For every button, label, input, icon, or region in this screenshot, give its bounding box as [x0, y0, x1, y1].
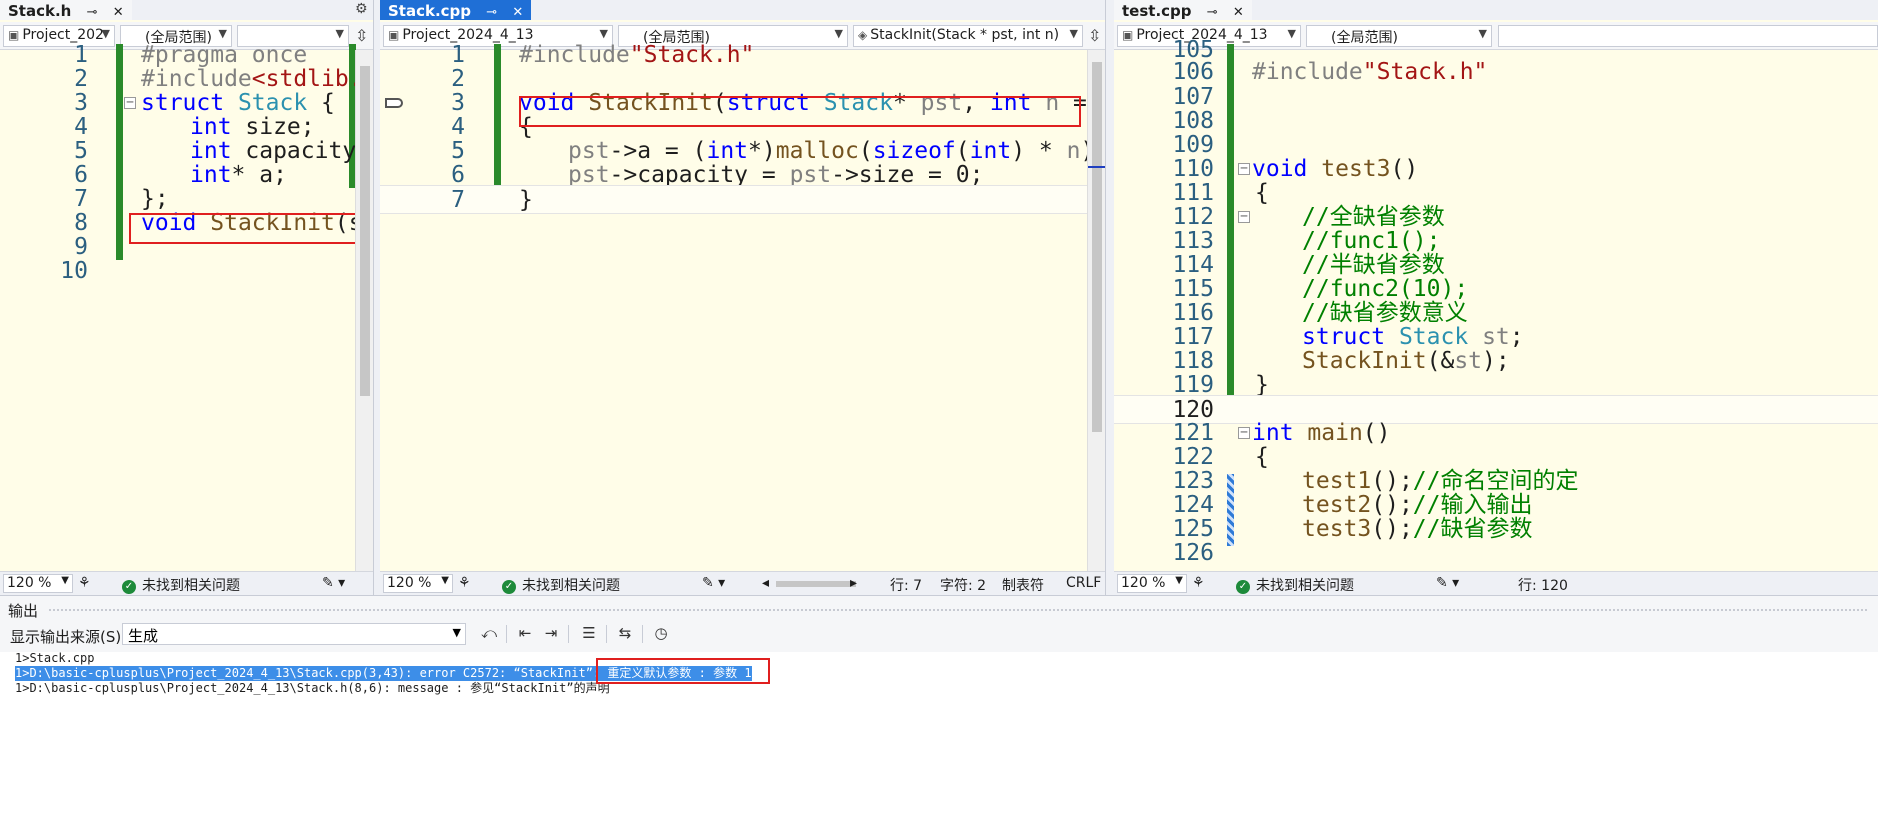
go-to-previous-message-icon[interactable]: ⤺ [478, 624, 500, 644]
timestamp-icon[interactable]: ◷ [650, 624, 672, 644]
close-icon[interactable]: ✕ [1233, 5, 1244, 20]
tab-stack-h[interactable]: Stack.h ⊸ ✕ [0, 0, 132, 20]
output-panel: 输出 显示输出来源(S): 生成 ▼ ⤺ ⇤ ⇥ ☰ ⇆ ◷ 1>Stack.cp… [0, 595, 1878, 829]
editor-pane-test-cpp: test.cpp ⊸ ✕ ▣ Project_2024_4_13 ▼ (全局范围) ▼… [1114, 0, 1878, 595]
chevron-down-icon: ▼ [335, 27, 344, 40]
problems-indicator[interactable]: ✓ 未找到相关问题 [1236, 575, 1354, 595]
line-indicator[interactable]: 行: 7 [890, 575, 922, 595]
chevron-down-icon: ▼ [441, 575, 449, 586]
scrollbar-thumb[interactable] [360, 66, 370, 396]
panel-grip[interactable] [48, 608, 1868, 612]
line-indicator[interactable]: 行: 120 [1518, 575, 1568, 595]
horizontal-scrollbar[interactable] [776, 581, 856, 587]
vertical-scrollbar[interactable] [1087, 50, 1105, 571]
scroll-position-marker [1088, 166, 1105, 168]
cleanup-icon[interactable]: ✎ ▾ [322, 575, 345, 591]
toolbar-separator [506, 625, 507, 643]
share-icon[interactable]: ⚘ [78, 575, 91, 591]
go-to-previous-icon[interactable]: ⇤ [514, 624, 536, 644]
gear-icon[interactable]: ⚙ [355, 1, 368, 17]
pin-icon[interactable]: ⊸ [1207, 5, 1218, 20]
error-highlight-box [596, 658, 770, 684]
code-editor[interactable]: 105 106 #include"Stack.h" 107 108 109 110… [1114, 37, 1878, 571]
project-icon: ▣ [388, 28, 400, 42]
chevron-down-icon: ▼ [599, 27, 608, 40]
char-indicator[interactable]: 字符: 2 [940, 575, 986, 595]
tab-label: test.cpp [1122, 2, 1192, 20]
vertical-scrollbar[interactable] [355, 50, 373, 571]
chevron-down-icon: ▼ [101, 27, 110, 40]
editor-pane-stack-cpp: Stack.cpp ⊸ ✕ ▣ Project_2024_4_13 ▼ (全局范围)… [380, 0, 1106, 595]
cleanup-icon[interactable]: ✎ ▾ [1436, 575, 1459, 591]
chevron-down-icon: ▼ [1175, 575, 1183, 586]
chevron-down-icon: ▼ [218, 27, 227, 40]
tab-label: Stack.cpp [388, 2, 472, 20]
code-line: 7} [380, 185, 1087, 214]
output-source-label: 显示输出来源(S): [10, 628, 127, 646]
toolbar-separator [606, 625, 607, 643]
tab-bar: Stack.cpp ⊸ ✕ [380, 0, 1105, 20]
status-bar: 120 % ▼ ⚘ ✓ 未找到相关问题 ✎ ▾ 行: 120 [1114, 571, 1878, 595]
error-highlight-box [129, 213, 373, 244]
collapse-icon[interactable]: − [1238, 426, 1250, 439]
function-icon: ◈ [858, 28, 868, 42]
tab-bar: Stack.h ⊸ ✕ ⚙ [0, 0, 373, 20]
split-view-icon[interactable]: ⇳ [1088, 26, 1101, 45]
editor-pane-stack-h: Stack.h ⊸ ✕ ⚙ ▣ Project_202 ▼ (全局范围) ▼ ▼ ⇳ … [0, 0, 374, 595]
zoom-dropdown[interactable]: 120 % ▼ [1117, 574, 1187, 593]
tab-label: Stack.h [8, 2, 72, 20]
tabs-indicator[interactable]: 制表符 [1002, 575, 1044, 595]
collapse-icon[interactable]: − [1238, 210, 1250, 223]
scroll-left-icon[interactable]: ◂ [762, 575, 769, 591]
zoom-dropdown[interactable]: 120 % ▼ [383, 574, 453, 593]
chevron-down-icon: ▼ [61, 575, 69, 586]
tab-stack-cpp[interactable]: Stack.cpp ⊸ ✕ [380, 0, 532, 20]
collapse-icon[interactable]: − [1238, 162, 1250, 175]
cleanup-icon[interactable]: ✎ ▾ [702, 575, 725, 591]
share-icon[interactable]: ⚘ [458, 575, 471, 591]
output-line: 1>Stack.cpp [15, 651, 95, 665]
zoom-dropdown[interactable]: 120 % ▼ [3, 574, 73, 593]
error-highlight-box [519, 96, 1081, 127]
pin-icon[interactable]: ⊸ [486, 5, 497, 20]
code-editor[interactable]: 1 #include"Stack.h" 2 3 void StackInit(str… [380, 42, 1105, 571]
toolbar-separator [568, 625, 569, 643]
chevron-down-icon: ▼ [834, 27, 843, 40]
status-bar: 120 % ▼ ⚘ ✓ 未找到相关问题 ✎ ▾ ◂ ▸ 行: 7 字符: 2 制表符… [380, 571, 1105, 595]
chevron-down-icon: ▼ [1069, 27, 1078, 40]
output-source-dropdown[interactable]: 生成 ▼ [122, 623, 466, 645]
check-icon: ✓ [502, 580, 516, 594]
close-icon[interactable]: ✕ [113, 5, 124, 20]
share-icon[interactable]: ⚘ [1192, 575, 1205, 591]
tab-bar: test.cpp ⊸ ✕ [1114, 0, 1878, 20]
problems-indicator[interactable]: ✓ 未找到相关问题 [122, 575, 240, 595]
code-editor[interactable]: 1 #pragma once 2 #include<stdlib.h 3− struc… [0, 42, 373, 571]
project-icon: ▣ [8, 28, 20, 42]
toolbar-separator [642, 625, 643, 643]
check-icon: ✓ [1236, 580, 1250, 594]
code-line: 126 [1172, 540, 1214, 566]
status-bar: 120 % ▼ ⚘ ✓ 未找到相关问题 ✎ ▾ [0, 571, 373, 595]
close-icon[interactable]: ✕ [512, 5, 523, 20]
output-line: 1>D:\basic-cplusplus\Project_2024_4_13\S… [15, 681, 610, 695]
line-ending-indicator[interactable]: CRLF [1066, 575, 1101, 591]
collapse-icon[interactable]: − [124, 96, 136, 109]
tab-test-cpp[interactable]: test.cpp ⊸ ✕ [1114, 0, 1252, 20]
chevron-down-icon: ▼ [452, 626, 461, 639]
pin-icon[interactable]: ⊸ [87, 5, 98, 20]
problems-indicator[interactable]: ✓ 未找到相关问题 [502, 575, 620, 595]
check-icon: ✓ [122, 580, 136, 594]
output-text-area[interactable]: 1>Stack.cpp 1>D:\basic-cplusplus\Project… [0, 651, 1878, 829]
code-line: 10 [60, 258, 88, 284]
clear-all-icon[interactable]: ☰ [578, 624, 600, 644]
split-view-icon[interactable]: ⇳ [355, 26, 368, 45]
scrollbar-thumb[interactable] [1092, 62, 1102, 432]
toggle-word-wrap-icon[interactable]: ⇆ [614, 624, 636, 644]
scroll-right-icon[interactable]: ▸ [850, 575, 857, 591]
go-to-next-icon[interactable]: ⇥ [540, 624, 562, 644]
output-toolbar: 显示输出来源(S): 生成 ▼ ⤺ ⇤ ⇥ ☰ ⇆ ◷ [0, 618, 1878, 650]
